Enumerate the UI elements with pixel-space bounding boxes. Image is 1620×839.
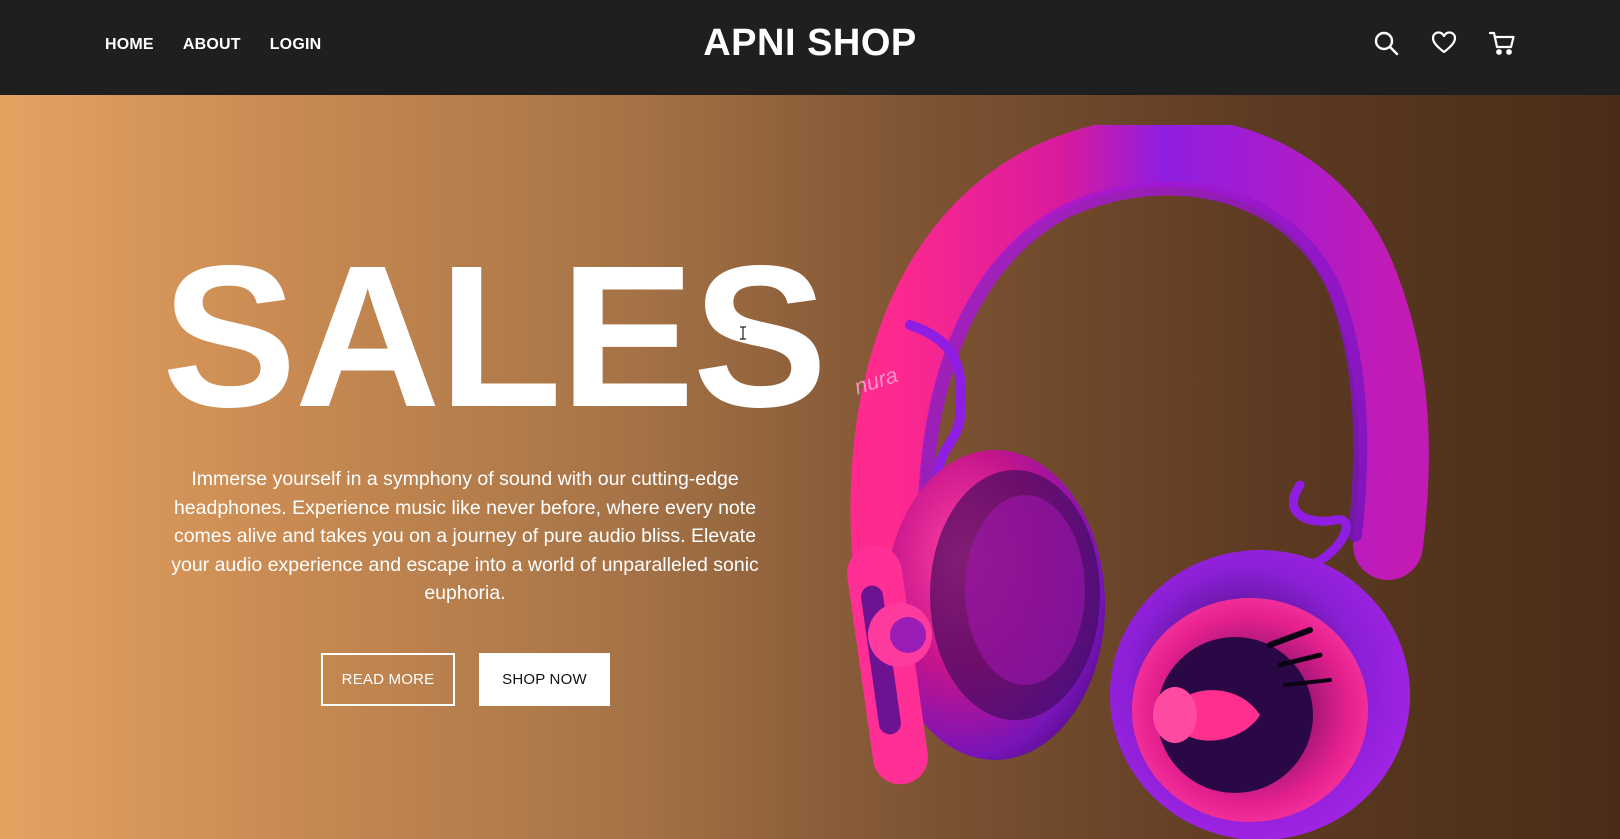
- hero-description: Immerse yourself in a symphony of sound …: [171, 468, 759, 604]
- read-more-button[interactable]: READ MORE: [321, 653, 455, 706]
- nav-link-login[interactable]: LOGIN: [270, 36, 322, 54]
- shop-now-button[interactable]: SHOP NOW: [479, 653, 610, 706]
- hero-section: SALES Immerse yourself in a symphony of …: [0, 95, 1620, 839]
- nav-icons: [1373, 30, 1515, 56]
- cart-icon[interactable]: [1489, 30, 1515, 56]
- headphones-image: nura: [847, 125, 1429, 839]
- hero-title: SALES: [162, 223, 827, 449]
- nav-links: HOME ABOUT LOGIN: [105, 36, 321, 54]
- text-cursor-icon: [740, 326, 746, 340]
- heart-icon[interactable]: [1431, 30, 1457, 56]
- navbar: HOME ABOUT LOGIN APNI SHOP: [0, 0, 1620, 95]
- nav-link-home[interactable]: HOME: [105, 36, 154, 54]
- search-icon[interactable]: [1373, 30, 1399, 56]
- nav-link-about[interactable]: ABOUT: [183, 36, 241, 54]
